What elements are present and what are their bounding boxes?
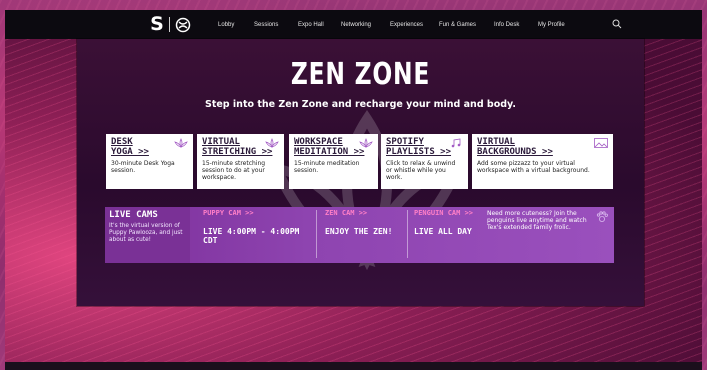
zen-cam-link[interactable]: ZEN CAM >> ENJOY THE ZEN! (325, 209, 403, 261)
card-desc: 15-minute stretching session to do at yo… (202, 160, 266, 181)
cam-sub: LIVE 4:00PM - 4:00PM CDT (203, 227, 300, 245)
card-title-line2: MEDITATION >> (294, 147, 365, 157)
card-title-line2: PLAYLISTS >> (386, 147, 452, 157)
lotus-icon (174, 138, 188, 148)
music-note-icon (451, 138, 461, 148)
cam-label: PENGUIN CAM >> (414, 209, 474, 217)
live-cams-desc: It's the virtual version of Puppy Pawloo… (109, 223, 183, 243)
paw-icon (596, 211, 608, 222)
brand-logo-s[interactable]: S (150, 14, 164, 35)
card-title-line1: VIRTUAL (477, 137, 515, 147)
lotus-icon (359, 138, 373, 148)
nav-item-lobby[interactable]: Lobby (218, 19, 234, 31)
brand-mark-icon[interactable] (175, 17, 191, 33)
live-cams-intro: LIVE CAMS It's the virtual version of Pu… (105, 207, 190, 263)
image-icon (594, 138, 608, 148)
nav-item-my-profile[interactable]: My Profile (538, 19, 565, 31)
cam-divider (316, 210, 317, 258)
nav-item-fun-games[interactable]: Fun & Games (439, 19, 476, 31)
card-title-line2: STRETCHING >> (202, 147, 273, 157)
nav-item-sessions[interactable]: Sessions (254, 19, 278, 31)
logo-divider (169, 17, 170, 32)
card-title-line2: YOGA >> (111, 147, 149, 157)
cam-divider (407, 210, 408, 258)
live-cams-title: LIVE CAMS (109, 210, 158, 220)
page-title: ZEN ZONE (290, 57, 431, 92)
nav-item-expo-hall[interactable]: Expo Hall (298, 19, 324, 31)
cam-label: ZEN CAM >> (325, 209, 368, 217)
penguin-cam-desc: Need more cuteness? Join the penguins li… (487, 210, 587, 231)
cam-sub: ENJOY THE ZEN! (325, 227, 393, 236)
card-desc: Click to relax & unwind or whistle while… (386, 160, 456, 181)
card-desk-yoga[interactable]: DESK YOGA >> 30-minute Desk Yoga session… (106, 134, 193, 189)
cam-label: PUPPY CAM >> (203, 209, 254, 217)
lotus-icon (265, 138, 279, 148)
lotus-watermark-icon (268, 109, 466, 271)
penguin-cam-link[interactable]: PENGUIN CAM >> LIVE ALL DAY (414, 209, 486, 261)
nav-item-info-desk[interactable]: Info Desk (494, 19, 519, 31)
card-title-line2: BACKGROUNDS >> (477, 147, 553, 157)
cam-sub: LIVE ALL DAY (414, 227, 472, 236)
top-nav: S Lobby Sessions Expo Hall Networking Ex… (5, 10, 702, 39)
card-desc: 15-minute meditation session. (294, 160, 360, 174)
page-subtitle: Step into the Zen Zone and recharge your… (204, 99, 516, 110)
card-spotify-playlists[interactable]: SPOTIFY PLAYLISTS >> Click to relax & un… (381, 134, 468, 189)
card-virtual-stretching[interactable]: VIRTUAL STRETCHING >> 15-minute stretchi… (197, 134, 284, 189)
card-workspace-meditation[interactable]: WORKSPACE MEDITATION >> 15-minute medita… (289, 134, 378, 189)
nav-item-experiences[interactable]: Experiences (390, 19, 423, 31)
nav-item-networking[interactable]: Networking (341, 19, 371, 31)
search-icon[interactable] (612, 19, 622, 29)
card-desc: 30-minute Desk Yoga session. (111, 160, 175, 174)
card-desc: Add some pizzazz to your virtual workspa… (477, 160, 590, 174)
bottom-bar (5, 362, 702, 370)
card-virtual-backgrounds[interactable]: VIRTUAL BACKGROUNDS >> Add some pizzazz … (472, 134, 613, 189)
puppy-cam-link[interactable]: PUPPY CAM >> LIVE 4:00PM - 4:00PM CDT (203, 209, 311, 261)
